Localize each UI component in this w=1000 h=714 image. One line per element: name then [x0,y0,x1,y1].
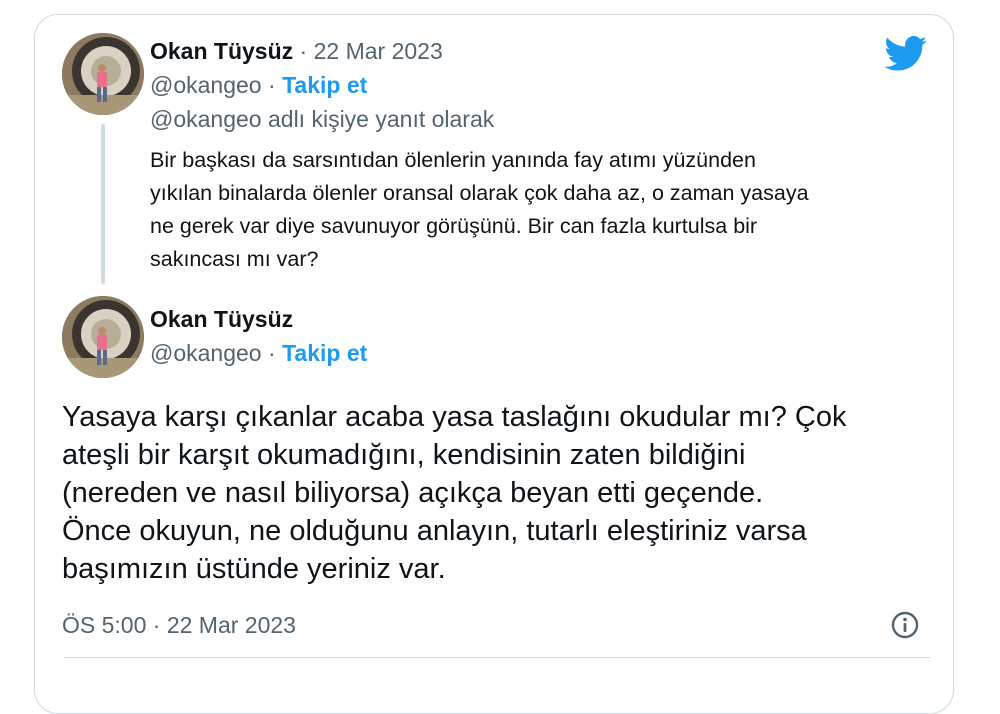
author-handle[interactable]: @okangeo [150,72,262,98]
handle-separator: · [261,340,283,366]
author-name[interactable]: Okan Tüysüz [150,306,293,333]
reply-text-line: ne gerek var diye savunuyor görüşünü. Bi… [150,214,758,238]
tweet-text-line: Önce okuyun, ne olduğunu anlayın, tutarl… [62,515,807,547]
tweet-text-line: başımızın üstünde yeriniz var. [62,553,446,585]
tweet-text-line: Yasaya karşı çıkanlar acaba yasa taslağı… [62,401,847,433]
handle-separator: · [261,72,283,98]
reply-tweet-header: Okan Tüysüz · 22 Mar 2023 [150,38,443,65]
reply-context[interactable]: @okangeo adlı kişiye yanıt olarak [150,106,494,133]
tweet-date[interactable]: 22 Mar 2023 [314,38,443,64]
info-icon[interactable] [890,610,920,640]
twitter-bird-icon[interactable] [884,36,928,72]
main-tweet-handle-row: @okangeo · Takip et [150,340,367,367]
header-separator: · [293,38,314,64]
follow-button[interactable]: Takip et [282,72,367,98]
tweet-text-line: (nereden ve nasıl biliyorsa) açıkça beya… [62,477,764,509]
author-handle[interactable]: @okangeo [150,340,262,366]
thread-connector-line [101,124,105,284]
divider [64,657,930,658]
tweet-text-line: ateşli bir karşıt okumadığını, kendisini… [62,439,746,471]
avatar[interactable] [62,33,144,115]
reply-text-line: sakıncası mı var? [150,247,319,271]
follow-button[interactable]: Takip et [282,340,367,366]
reply-text-line: Bir başkası da sarsıntıdan ölenlerin yan… [150,148,756,172]
reply-tweet-handle-row: @okangeo · Takip et [150,72,367,99]
reply-text-line: yıkılan binalarda ölenler oransal olarak… [150,181,809,205]
author-name[interactable]: Okan Tüysüz [150,38,293,64]
tweet-timestamp[interactable]: ÖS 5:00 · 22 Mar 2023 [62,612,296,639]
avatar[interactable] [62,296,144,378]
